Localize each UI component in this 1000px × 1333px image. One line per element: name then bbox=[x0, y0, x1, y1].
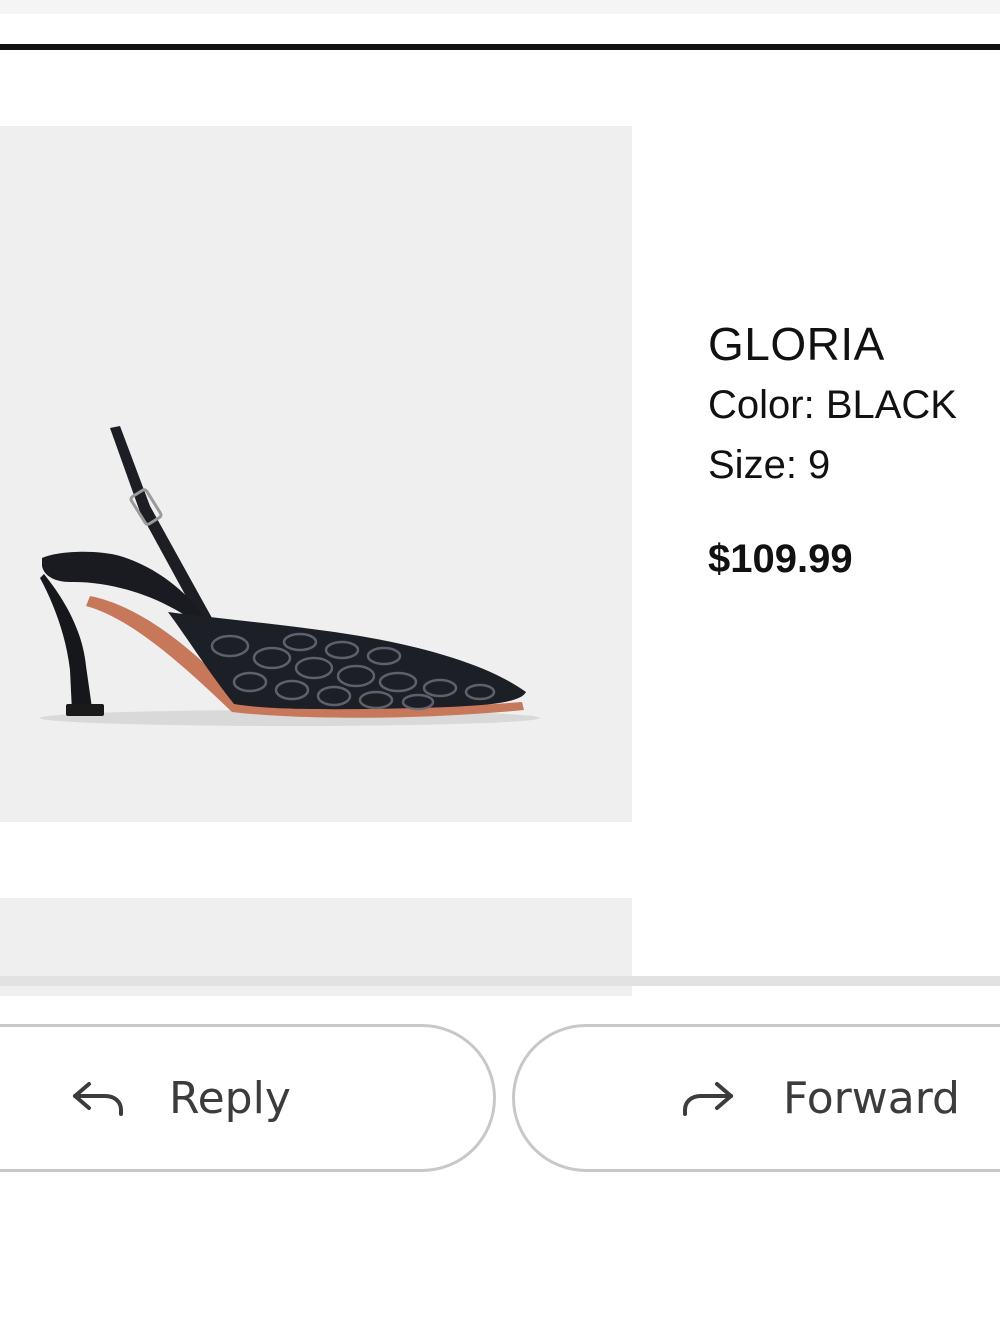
forward-button[interactable]: Forward bbox=[512, 1024, 1000, 1172]
reply-label: Reply bbox=[169, 1072, 291, 1124]
shoe-illustration bbox=[40, 426, 540, 726]
forward-arrow-icon bbox=[683, 1082, 733, 1116]
product-image[interactable] bbox=[0, 126, 632, 822]
forward-label: Forward bbox=[783, 1072, 960, 1124]
product-name[interactable]: GLORIA bbox=[708, 318, 1000, 370]
product-size: Size: 9 bbox=[708, 443, 831, 487]
reply-arrow-icon bbox=[73, 1082, 123, 1116]
reply-button[interactable]: Reply bbox=[0, 1024, 496, 1172]
message-divider bbox=[0, 976, 1000, 986]
product-price: $109.99 bbox=[708, 537, 853, 581]
product-color: Color: BLACK bbox=[708, 383, 957, 427]
top-strip bbox=[0, 0, 1000, 14]
top-divider bbox=[0, 44, 1000, 50]
email-message-view: GLORIA Color: BLACK Size: 9 $109.99 Repl… bbox=[0, 0, 1000, 1333]
product-details: GLORIA Color: BLACK Size: 9 $109.99 bbox=[708, 318, 1000, 582]
